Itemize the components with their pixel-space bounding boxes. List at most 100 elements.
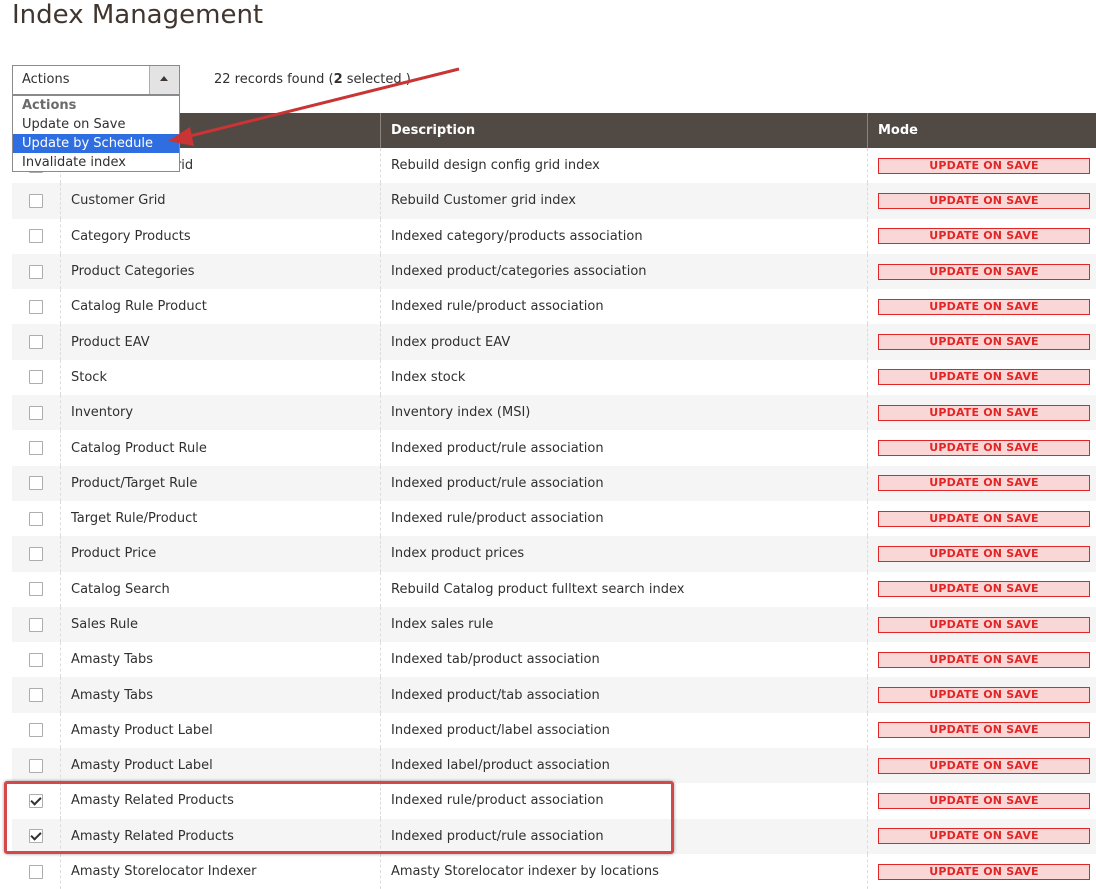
actions-select[interactable]: Actions — [12, 65, 180, 95]
table-row[interactable]: Amasty Product Label Indexed label/produc… — [12, 748, 1096, 784]
indexer-title: Stock — [60, 359, 380, 396]
indexer-title: Amasty Tabs — [60, 642, 380, 678]
row-checkbox[interactable] — [29, 582, 43, 597]
indexer-title: Product Price — [60, 536, 380, 572]
table-row[interactable]: Product Categories Indexed product/catego… — [12, 253, 1096, 290]
indexer-title: Catalog Rule Product — [60, 289, 380, 325]
row-checkbox[interactable] — [29, 299, 43, 314]
option-update-by-schedule[interactable]: Update by Schedule — [13, 134, 179, 153]
mode-badge: UPDATE ON SAVE — [878, 651, 1090, 668]
indexer-description: Indexed product/rule association — [380, 430, 867, 466]
mode-cell: UPDATE ON SAVE — [867, 289, 1096, 325]
dropdown-header: Actions — [22, 98, 77, 113]
page-title: Index Management — [12, 0, 264, 30]
table-row[interactable]: Catalog Search Rebuild Catalog product fu… — [12, 571, 1096, 607]
mode-badge: UPDATE ON SAVE — [878, 157, 1090, 174]
mode-cell: UPDATE ON SAVE — [867, 853, 1096, 889]
row-select-cell — [12, 360, 60, 395]
indexer-description: Index stock — [380, 359, 867, 396]
table-row[interactable]: Product/Target Rule Indexed product/rule … — [12, 465, 1096, 501]
table-row[interactable]: Product Price Index product prices UPDATE … — [12, 536, 1096, 572]
mode-badge: UPDATE ON SAVE — [878, 545, 1090, 562]
option-invalidate-index[interactable]: Invalidate index — [13, 153, 179, 172]
row-checkbox[interactable] — [29, 370, 43, 385]
table-row[interactable]: Catalog Rule Product Indexed rule/product… — [12, 289, 1096, 325]
mode-badge: UPDATE ON SAVE — [878, 334, 1090, 351]
mode-badge: UPDATE ON SAVE — [878, 581, 1090, 598]
indexer-title: Amasty Tabs — [60, 677, 380, 713]
table-row[interactable]: Sales Rule Index sales rule UPDATE ON SAVE — [12, 606, 1096, 643]
mode-badge: UPDATE ON SAVE — [878, 298, 1090, 315]
indexer-title: Inventory — [60, 395, 380, 431]
row-select-cell — [12, 289, 60, 324]
mode-cell: UPDATE ON SAVE — [867, 606, 1096, 643]
table-row[interactable]: Target Rule/Product Indexed rule/product … — [12, 500, 1096, 537]
records-count: 22 records found (2 selected ) — [214, 72, 411, 87]
mode-cell: UPDATE ON SAVE — [867, 183, 1096, 219]
row-checkbox[interactable] — [29, 864, 43, 879]
grid-body: Design Config GridRebuild design config … — [12, 148, 1096, 889]
row-checkbox[interactable] — [29, 441, 43, 456]
table-row[interactable]: Category Products Indexed category/produc… — [12, 218, 1096, 254]
mode-badge: UPDATE ON SAVE — [878, 510, 1090, 527]
actions-dropdown: Actions Update on Save Update by Schedul… — [12, 95, 180, 172]
table-row[interactable]: Amasty Storelocator Indexer Amasty Storel… — [12, 853, 1096, 889]
row-select-cell — [12, 713, 60, 748]
row-checkbox[interactable] — [29, 758, 43, 773]
mode-cell: UPDATE ON SAVE — [867, 642, 1096, 678]
mode-cell: UPDATE ON SAVE — [867, 359, 1096, 396]
indexer-title: Customer Grid — [60, 183, 380, 219]
row-checkbox[interactable] — [29, 652, 43, 667]
table-row[interactable]: Product EAV Index product EAV UPDATE ON SA… — [12, 324, 1096, 360]
indexer-title: Product EAV — [60, 324, 380, 360]
indexer-title: Target Rule/Product — [60, 500, 380, 537]
records-prefix: 22 records found ( — [214, 72, 334, 87]
mode-cell: UPDATE ON SAVE — [867, 465, 1096, 501]
row-checkbox[interactable] — [29, 688, 43, 703]
row-checkbox[interactable] — [29, 511, 43, 526]
row-select-cell — [12, 430, 60, 465]
row-select-cell — [12, 748, 60, 783]
indexer-description: Indexed product/categories association — [380, 253, 867, 290]
table-row[interactable]: Customer Grid Rebuild Customer grid index… — [12, 183, 1096, 219]
row-checkbox[interactable] — [29, 193, 43, 208]
row-checkbox[interactable] — [29, 264, 43, 279]
row-checkbox[interactable] — [29, 229, 43, 244]
option-update-on-save[interactable]: Update on Save — [13, 115, 179, 134]
indexer-description: Rebuild Catalog product fulltext search … — [380, 571, 867, 607]
mode-cell: UPDATE ON SAVE — [867, 395, 1096, 431]
indexer-title: Category Products — [60, 218, 380, 254]
row-select-cell — [12, 536, 60, 571]
row-checkbox[interactable] — [29, 723, 43, 738]
mode-cell: UPDATE ON SAVE — [867, 748, 1096, 784]
mode-cell: UPDATE ON SAVE — [867, 571, 1096, 607]
indexer-description: Indexed rule/product association — [380, 500, 867, 537]
indexer-description: Indexed tab/product association — [380, 642, 867, 678]
table-row[interactable]: Inventory Inventory index (MSI) UPDATE ON … — [12, 395, 1096, 431]
mode-badge: UPDATE ON SAVE — [878, 404, 1090, 421]
mode-badge: UPDATE ON SAVE — [878, 687, 1090, 704]
actions-select-toggle[interactable] — [149, 66, 179, 94]
table-row[interactable]: Amasty Product Label Indexed product/labe… — [12, 712, 1096, 749]
mode-badge: UPDATE ON SAVE — [878, 863, 1090, 880]
row-checkbox[interactable] — [29, 405, 43, 420]
table-row[interactable]: Stock Index stock UPDATE ON SAVE — [12, 359, 1096, 396]
mode-cell: UPDATE ON SAVE — [867, 818, 1096, 854]
table-row[interactable]: Amasty Tabs Indexed product/tab associati… — [12, 677, 1096, 713]
row-checkbox[interactable] — [29, 335, 43, 350]
mode-badge: UPDATE ON SAVE — [878, 616, 1090, 633]
row-checkbox[interactable] — [29, 617, 43, 632]
header-description[interactable]: Description — [380, 113, 867, 148]
indexer-title: Amasty Product Label — [60, 712, 380, 749]
header-mode[interactable]: Mode — [867, 113, 1096, 148]
row-select-cell — [12, 183, 60, 218]
indexer-description: Indexed product/label association — [380, 712, 867, 749]
row-select-cell — [12, 219, 60, 254]
index-grid: Description Mode Design Config GridRebui… — [12, 113, 1096, 889]
indexer-title: Product Categories — [60, 253, 380, 290]
row-checkbox[interactable] — [29, 546, 43, 561]
table-row[interactable]: Catalog Product Rule Indexed product/rule… — [12, 430, 1096, 466]
row-checkbox[interactable] — [29, 476, 43, 491]
row-select-cell — [12, 466, 60, 501]
table-row[interactable]: Amasty Tabs Indexed tab/product associati… — [12, 642, 1096, 678]
